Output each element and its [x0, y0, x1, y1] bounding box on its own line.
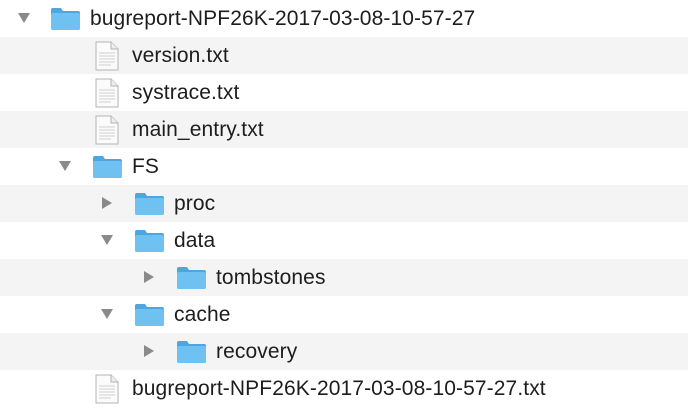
disclosure-triangle-expanded-icon[interactable]: [100, 233, 114, 247]
tree-row-label: FS: [132, 155, 160, 178]
folder-icon: [176, 340, 207, 364]
text-file-icon: [95, 115, 119, 145]
disclosure-triangle-collapsed-icon[interactable]: [142, 344, 156, 358]
tree-row-label: bugreport-NPF26K-2017-03-08-10-57-27.txt: [132, 377, 546, 400]
text-file-icon: [95, 78, 119, 108]
tree-row-label: bugreport-NPF26K-2017-03-08-10-57-27: [90, 7, 476, 30]
disclosure-triangle-collapsed-icon[interactable]: [142, 270, 156, 284]
folder-icon: [92, 155, 123, 179]
tree-row-bugreport-txt-file[interactable]: bugreport-NPF26K-2017-03-08-10-57-27.txt: [0, 370, 688, 407]
tree-row-cache-folder[interactable]: cache: [0, 296, 688, 333]
disclosure-triangle-expanded-icon[interactable]: [100, 307, 114, 321]
tree-row-label: cache: [174, 303, 231, 326]
disclosure-triangle-expanded-icon[interactable]: [17, 11, 31, 25]
text-file-icon: [95, 41, 119, 71]
tree-row-bugreport-folder[interactable]: bugreport-NPF26K-2017-03-08-10-57-27: [0, 0, 688, 37]
tree-row-label: version.txt: [132, 44, 229, 67]
tree-row-version-file[interactable]: version.txt: [0, 37, 688, 74]
tree-row-proc-folder[interactable]: proc: [0, 185, 688, 222]
disclosure-triangle-expanded-icon[interactable]: [58, 159, 72, 173]
tree-row-recovery-folder[interactable]: recovery: [0, 333, 688, 370]
file-tree: bugreport-NPF26K-2017-03-08-10-57-27 ver…: [0, 0, 688, 418]
folder-icon: [176, 266, 207, 290]
tree-row-fs-folder[interactable]: FS: [0, 148, 688, 185]
folder-icon: [50, 7, 81, 31]
text-file-icon: [95, 374, 119, 404]
tree-row-label: proc: [174, 192, 216, 215]
disclosure-triangle-collapsed-icon[interactable]: [100, 196, 114, 210]
tree-row-tombstones-folder[interactable]: tombstones: [0, 259, 688, 296]
tree-row-label: main_entry.txt: [132, 118, 264, 141]
tree-row-label: data: [174, 229, 216, 252]
tree-row-data-folder[interactable]: data: [0, 222, 688, 259]
folder-icon: [134, 303, 165, 327]
tree-row-label: systrace.txt: [132, 81, 240, 104]
folder-icon: [134, 192, 165, 216]
tree-row-main-entry-file[interactable]: main_entry.txt: [0, 111, 688, 148]
folder-icon: [134, 229, 165, 253]
tree-row-label: tombstones: [216, 266, 326, 289]
tree-row-label: recovery: [216, 340, 298, 363]
tree-row-systrace-file[interactable]: systrace.txt: [0, 74, 688, 111]
